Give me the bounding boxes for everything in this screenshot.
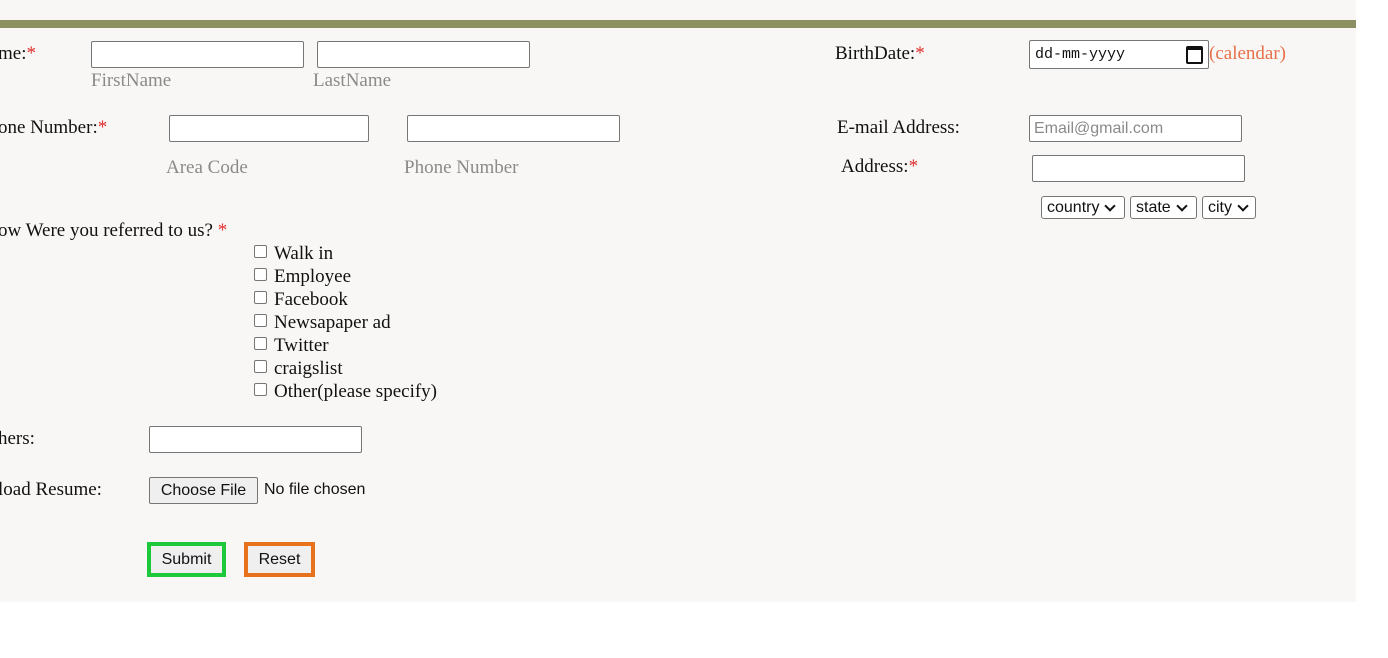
referral-option-label: Employee <box>274 266 352 287</box>
name-label-text: me: <box>0 43 27 64</box>
city-select[interactable]: city <box>1202 196 1256 219</box>
referral-option[interactable]: Facebook <box>252 289 348 311</box>
referral-required-mark: * <box>217 220 228 241</box>
form-panel: me:* FirstName LastName one Number:* Are… <box>0 0 1356 602</box>
page: me:* FirstName LastName one Number:* Are… <box>0 0 1388 658</box>
phone-label-text: one Number: <box>0 117 98 138</box>
twitter-checkbox[interactable] <box>254 337 267 350</box>
craigslist-checkbox[interactable] <box>254 360 267 373</box>
state-select[interactable]: state <box>1130 196 1197 219</box>
birthdate-placeholder: dd-mm-yyyy <box>1035 46 1126 63</box>
chevron-down-icon <box>1237 199 1249 212</box>
referral-option-label: Other(please specify) <box>274 381 438 402</box>
first-name-input[interactable] <box>91 41 304 68</box>
email-label: E-mail Address: <box>837 117 960 138</box>
walk-in-checkbox[interactable] <box>254 245 267 258</box>
referral-label: ow Were you referred to us? * <box>0 220 227 242</box>
choose-file-button[interactable]: Choose File <box>149 477 258 504</box>
referral-label-text: ow Were you referred to us? <box>0 220 213 241</box>
referral-option-label: Newsapaper ad <box>274 312 391 333</box>
others-label: hers: <box>0 428 35 449</box>
referral-option[interactable]: Newsapaper ad <box>252 312 391 334</box>
last-name-caption: LastName <box>313 70 392 91</box>
last-name-input[interactable] <box>317 41 530 68</box>
other-checkbox[interactable] <box>254 383 267 396</box>
name-label: me:* <box>0 43 36 65</box>
area-code-input[interactable] <box>169 115 369 142</box>
birthdate-label-text: BirthDate: <box>835 43 916 64</box>
chevron-down-icon <box>1176 199 1188 212</box>
submit-button[interactable]: Submit <box>147 542 226 577</box>
country-select[interactable]: country <box>1041 196 1125 219</box>
country-select-value: country <box>1047 198 1100 216</box>
referral-option-label: Facebook <box>274 289 348 310</box>
birthdate-required-mark: * <box>915 43 925 64</box>
email-input[interactable] <box>1029 115 1242 142</box>
city-select-value: city <box>1208 198 1232 216</box>
referral-option-label: Twitter <box>274 335 329 356</box>
referral-option-label: Walk in <box>274 243 334 264</box>
referral-option[interactable]: Twitter <box>252 335 329 357</box>
address-input[interactable] <box>1032 155 1245 182</box>
address-label-text: Address: <box>841 156 909 177</box>
chevron-down-icon <box>1104 199 1117 212</box>
address-required-mark: * <box>908 156 919 177</box>
birthdate-label: BirthDate:* <box>835 43 925 65</box>
phone-number-caption: Phone Number <box>404 157 519 178</box>
reset-button[interactable]: Reset <box>244 542 315 577</box>
upload-resume-label: load Resume: <box>0 479 102 500</box>
address-label: Address:* <box>841 156 918 178</box>
birthdate-input[interactable]: dd-mm-yyyy <box>1029 40 1209 69</box>
calendar-icon[interactable] <box>1186 45 1203 64</box>
referral-option-label: craigslist <box>274 358 343 379</box>
phone-required-mark: * <box>97 117 108 138</box>
referral-option[interactable]: Walk in <box>252 243 333 265</box>
facebook-checkbox[interactable] <box>254 291 267 304</box>
area-code-caption: Area Code <box>166 157 248 178</box>
phone-number-input[interactable] <box>407 115 620 142</box>
referral-option[interactable]: craigslist <box>252 358 343 380</box>
newspaper-ad-checkbox[interactable] <box>254 314 267 327</box>
first-name-caption: FirstName <box>91 70 172 91</box>
calendar-link[interactable]: (calendar) <box>1209 43 1286 65</box>
name-required-mark: * <box>26 43 37 64</box>
employee-checkbox[interactable] <box>254 268 267 281</box>
state-select-value: state <box>1136 198 1171 216</box>
referral-option[interactable]: Other(please specify) <box>252 381 437 403</box>
top-accent-bar <box>0 20 1356 28</box>
phone-label: one Number:* <box>0 117 107 139</box>
referral-option[interactable]: Employee <box>252 266 351 288</box>
file-status-text: No file chosen <box>264 481 366 498</box>
others-input[interactable] <box>149 426 362 453</box>
